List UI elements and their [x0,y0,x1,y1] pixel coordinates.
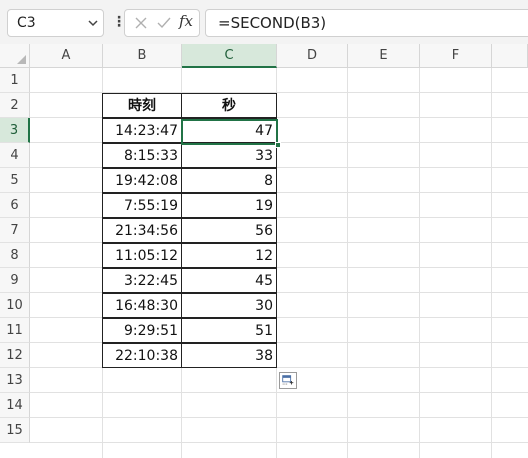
seconds-cell[interactable]: 51 [181,318,277,343]
cancel-x-icon[interactable] [133,15,149,31]
gridline [491,68,492,458]
row-header-5[interactable]: 5 [0,168,30,193]
gridline [30,392,528,393]
time-cell[interactable]: 21:34:56 [102,218,182,243]
time-cell[interactable]: 8:15:33 [102,143,182,168]
column-header-e[interactable]: E [348,44,420,68]
row-header-4[interactable]: 4 [0,143,30,168]
row-headers: 1 2 3 4 5 6 7 8 9 10 11 12 13 14 15 [0,68,30,458]
select-all-button[interactable] [0,44,30,68]
column-header-c[interactable]: C [182,44,277,68]
table-header-seconds[interactable]: 秒 [181,93,277,118]
row-header-13[interactable]: 13 [0,368,30,393]
gridline [30,442,528,443]
checkmark-icon[interactable] [156,15,172,31]
row-header-10[interactable]: 10 [0,293,30,318]
time-cell[interactable]: 16:48:30 [102,293,182,318]
formula-buttons: fx [124,9,200,37]
row-header-12[interactable]: 12 [0,343,30,368]
time-cell[interactable]: 19:42:08 [102,168,182,193]
seconds-cell[interactable]: 19 [181,193,277,218]
name-box-value: C3 [17,15,36,31]
row-header-14[interactable]: 14 [0,393,30,418]
row-header-9[interactable]: 9 [0,268,30,293]
seconds-cell[interactable]: 47 [181,118,277,143]
name-box[interactable]: C3 [7,9,104,37]
time-cell[interactable]: 3:22:45 [102,268,182,293]
column-header-f[interactable]: F [420,44,492,68]
quick-analysis-icon[interactable] [279,372,297,389]
time-cell[interactable]: 7:55:19 [102,193,182,218]
time-cell[interactable]: 9:29:51 [102,318,182,343]
formula-bar: C3 ⋮ fx =SECOND(B3) [0,0,528,44]
gridline [30,417,528,418]
gridline [347,68,348,458]
row-header-3[interactable]: 3 [0,118,30,143]
more-options-icon[interactable]: ⋮ [112,12,126,32]
cell-grid[interactable]: 時刻 秒 14:23:47 47 8:15:33 33 19:42:08 8 7… [30,68,528,458]
gridline [419,68,420,458]
row-header-8[interactable]: 8 [0,243,30,268]
row-header-11[interactable]: 11 [0,318,30,343]
seconds-cell[interactable]: 33 [181,143,277,168]
select-all-triangle-icon [17,55,26,64]
row-header-15[interactable]: 15 [0,418,30,443]
seconds-cell[interactable]: 38 [181,343,277,368]
row-header-7[interactable]: 7 [0,218,30,243]
seconds-cell[interactable]: 12 [181,243,277,268]
chevron-down-icon[interactable] [88,18,98,28]
formula-input[interactable]: =SECOND(B3) [205,9,528,37]
column-header-b[interactable]: B [103,44,182,68]
time-cell[interactable]: 22:10:38 [102,343,182,368]
time-cell[interactable]: 11:05:12 [102,243,182,268]
table-header-time[interactable]: 時刻 [102,93,182,118]
seconds-cell[interactable]: 56 [181,218,277,243]
time-cell[interactable]: 14:23:47 [102,118,182,143]
row-header-1[interactable]: 1 [0,68,30,93]
column-header-a[interactable]: A [30,44,103,68]
row-header-2[interactable]: 2 [0,93,30,118]
column-headers: A B C D E F [30,44,528,68]
formula-text: =SECOND(B3) [218,14,327,32]
row-header-6[interactable]: 6 [0,193,30,218]
column-header-d[interactable]: D [277,44,348,68]
seconds-cell[interactable]: 45 [181,268,277,293]
fx-icon[interactable]: fx [179,12,193,30]
column-header-g[interactable] [492,44,528,68]
seconds-cell[interactable]: 30 [181,293,277,318]
fill-handle[interactable] [275,142,281,148]
seconds-cell[interactable]: 8 [181,168,277,193]
